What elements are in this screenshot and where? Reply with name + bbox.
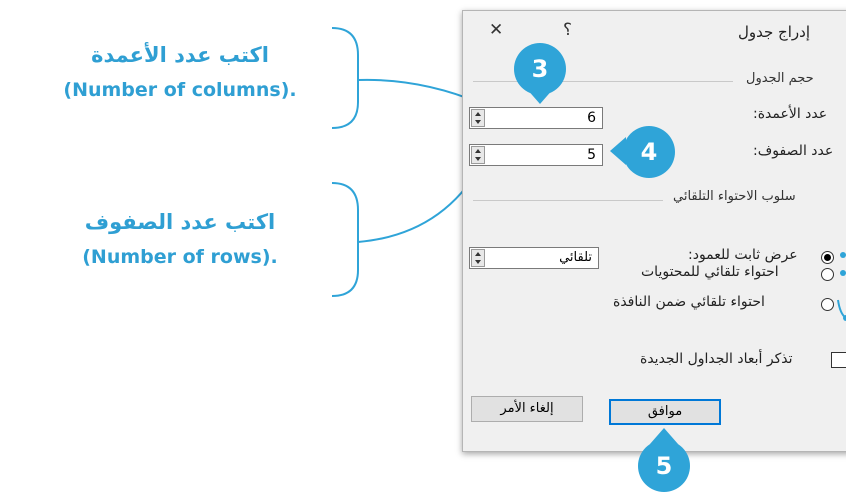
autofit-divider — [473, 200, 663, 201]
autofit-section: سلوب الاحتواء التلقائي — [673, 189, 796, 204]
cancel-button[interactable]: إلغاء الأمر — [471, 396, 583, 422]
ok-button[interactable]: موافق — [609, 399, 721, 425]
fixed-width-spin-button[interactable] — [471, 249, 485, 267]
rows-callout: اكتب عدد الصفوف (Number of rows). — [20, 205, 340, 275]
step-badge-5-pointer — [650, 428, 678, 444]
table-size-divider — [473, 81, 733, 82]
autofit-window-radio[interactable] — [821, 298, 834, 311]
columns-label: عدد الأعمدة: — [753, 106, 828, 122]
fixed-width-spinner[interactable]: تلقائي — [469, 247, 599, 269]
fixed-width-label: عرض ثابت للعمود: — [688, 247, 798, 263]
remember-label: تذكر أبعاد الجداول الجديدة — [640, 351, 793, 367]
fixed-width-dot — [840, 252, 846, 258]
fixed-width-radio[interactable] — [821, 251, 834, 264]
columns-value: 6 — [587, 110, 596, 126]
step-badge-3-pointer — [526, 88, 554, 104]
close-icon[interactable]: ✕ — [489, 20, 503, 40]
columns-spin-button[interactable] — [471, 109, 485, 127]
rows-callout-en: (Number of rows). — [82, 246, 278, 268]
remember-checkbox[interactable] — [831, 352, 846, 368]
rows-spinner[interactable]: 5 — [469, 144, 603, 166]
rows-callout-ar: اكتب عدد الصفوف — [84, 210, 276, 234]
columns-callout: اكتب عدد الأعمدة (Number of columns). — [20, 38, 340, 108]
step-badge-4-pointer — [610, 137, 626, 165]
rows-spin-button[interactable] — [471, 146, 485, 164]
step-badge-4: 4 — [623, 126, 675, 178]
dialog-title: إدراج جدول — [738, 23, 810, 41]
autofit-contents-dot — [840, 270, 846, 276]
rows-value: 5 — [587, 147, 596, 163]
table-size-section: حجم الجدول — [746, 71, 814, 86]
columns-callout-ar: اكتب عدد الأعمدة — [91, 43, 269, 67]
fixed-width-value: تلقائي — [559, 250, 592, 265]
rows-label: عدد الصفوف: — [753, 143, 834, 159]
help-icon[interactable]: ؟ — [563, 20, 572, 40]
columns-callout-en: (Number of columns). — [63, 79, 297, 101]
autofit-window-pointer — [837, 299, 846, 321]
autofit-contents-label: احتواء تلقائي للمحتويات — [641, 264, 779, 280]
step-badge-5: 5 — [638, 440, 690, 492]
autofit-window-label: احتواء تلقائي ضمن النافذة — [613, 294, 765, 310]
autofit-contents-radio[interactable] — [821, 268, 834, 281]
columns-spinner[interactable]: 6 — [469, 107, 603, 129]
